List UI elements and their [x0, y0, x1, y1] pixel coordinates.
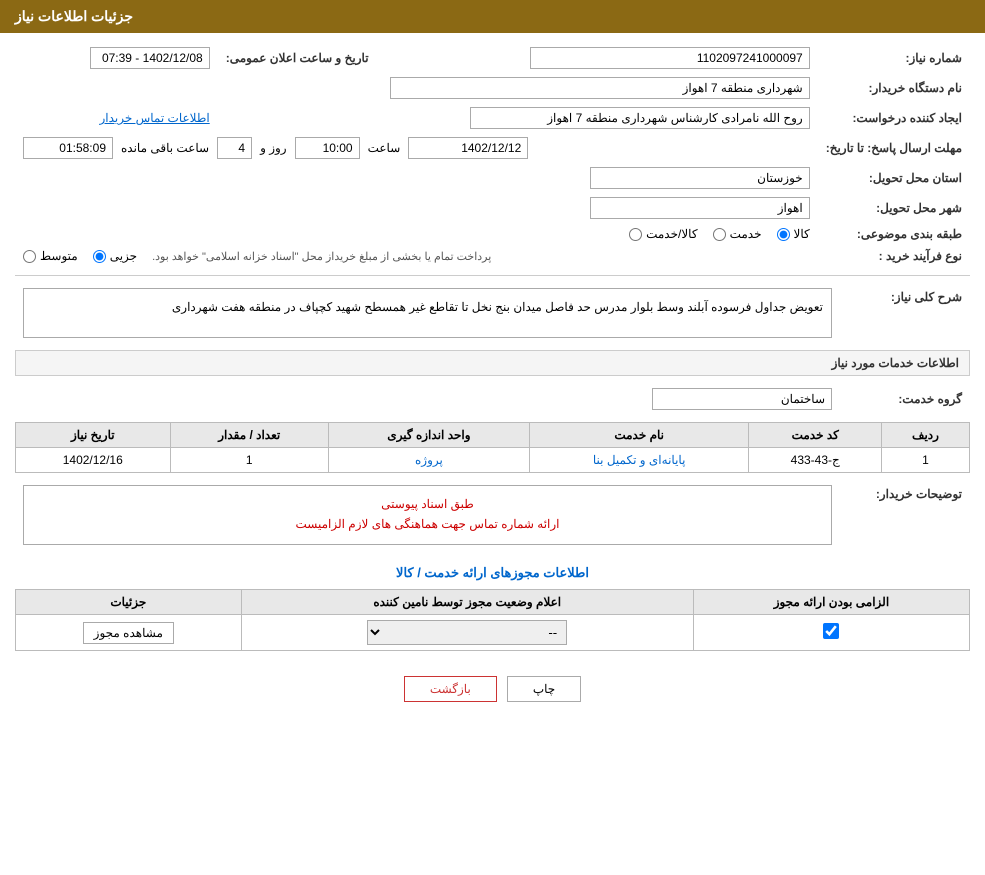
permit-details-cell: مشاهده مجوز [16, 615, 242, 651]
buyer-notes-label: توضیحات خریدار: [840, 481, 970, 549]
col-quantity: تعداد / مقدار [170, 423, 328, 448]
announce-datetime-value: 1402/12/08 - 07:39 [90, 47, 210, 69]
deadline-remain-label: ساعت باقی مانده [121, 141, 209, 155]
table-row: 1 ج-43-433 پایانه‌ای و تکمیل بنا پروژه 1… [16, 448, 970, 473]
process-jozei[interactable]: جزیی [93, 249, 137, 263]
announce-datetime-label: تاریخ و ساعت اعلان عمومی: [218, 43, 377, 73]
row-service-name: پایانه‌ای و تکمیل بنا [529, 448, 749, 473]
permit-required-checkbox[interactable] [823, 623, 839, 639]
row-date: 1402/12/16 [16, 448, 171, 473]
permit-status-cell: -- [241, 615, 693, 651]
services-section-title: اطلاعات خدمات مورد نیاز [15, 350, 970, 376]
deadline-date: 1402/12/12 [408, 137, 528, 159]
process-radio-group: متوسط جزیی [23, 249, 137, 263]
process-mutavassit[interactable]: متوسط [23, 249, 78, 263]
buyer-notes-line2: ارائه شماره تماس جهت هماهنگی های لازم ال… [32, 514, 823, 534]
bottom-buttons: چاپ بازگشت [15, 661, 970, 717]
row-number: 1 [882, 448, 970, 473]
page-title: جزئیات اطلاعات نیاز [15, 8, 133, 24]
process-note: پرداخت تمام یا بخشی از مبلغ خریداز محل "… [152, 250, 491, 263]
service-group-label: گروه خدمت: [840, 384, 970, 414]
permit-section-title: اطلاعات مجوزهای ارائه خدمت / کالا [15, 557, 970, 589]
city-value: اهواز [590, 197, 810, 219]
col-unit: واحد اندازه گیری [328, 423, 529, 448]
deadline-time-label: ساعت [368, 141, 401, 155]
permit-col-details: جزئیات [16, 590, 242, 615]
creator-value: روح الله نامرادی کارشناس شهرداری منطقه 7… [470, 107, 810, 129]
category-radio-group: کالا/خدمت خدمت کالا [629, 227, 810, 241]
category-khidmat[interactable]: خدمت [713, 227, 762, 241]
col-code: کد خدمت [749, 423, 882, 448]
buyer-notes-content: طبق اسناد پیوستی ارائه شماره تماس جهت هم… [23, 485, 832, 545]
permit-col-required: الزامی بودن ارائه مجوز [693, 590, 969, 615]
need-number-value: 1102097241000097 [530, 47, 810, 69]
province-label: استان محل تحویل: [818, 163, 970, 193]
category-kala-khidmat[interactable]: کالا/خدمت [629, 227, 697, 241]
description-label: شرح کلی نیاز: [840, 284, 970, 342]
deadline-time: 10:00 [295, 137, 360, 159]
contact-link[interactable]: اطلاعات تماس خریدار [99, 111, 209, 125]
buyer-org-value: شهرداری منطقه 7 اهواز [390, 77, 810, 99]
col-date: تاریخ نیاز [16, 423, 171, 448]
buyer-org-label: نام دستگاه خریدار: [818, 73, 970, 103]
col-row: ردیف [882, 423, 970, 448]
buyer-notes-line1: طبق اسناد پیوستی [32, 494, 823, 514]
description-value: تعویض جداول فرسوده آبلند وسط بلوار مدرس … [23, 288, 832, 338]
need-number-label: شماره نیاز: [818, 43, 970, 73]
page-header: جزئیات اطلاعات نیاز [0, 0, 985, 33]
row-quantity: 1 [170, 448, 328, 473]
process-label: نوع فرآیند خرید : [818, 245, 970, 267]
deadline-days: 4 [217, 137, 252, 159]
col-name: نام خدمت [529, 423, 749, 448]
deadline-remain: 01:58:09 [23, 137, 113, 159]
permit-col-status: اعلام وضعیت مجوز توسط نامین کننده [241, 590, 693, 615]
province-value: خوزستان [590, 167, 810, 189]
category-kala[interactable]: کالا [777, 227, 810, 241]
row-code: ج-43-433 [749, 448, 882, 473]
category-label: طبقه بندی موضوعی: [818, 223, 970, 245]
services-table: ردیف کد خدمت نام خدمت واحد اندازه گیری ت… [15, 422, 970, 473]
creator-label: ایجاد کننده درخواست: [818, 103, 970, 133]
permit-row: -- مشاهده مجوز [16, 615, 970, 651]
permit-status-select[interactable]: -- [367, 620, 567, 645]
row-unit: پروژه [328, 448, 529, 473]
back-button[interactable]: بازگشت [404, 676, 497, 702]
permit-required-cell [693, 615, 969, 651]
print-button[interactable]: چاپ [507, 676, 581, 702]
permit-table: الزامی بودن ارائه مجوز اعلام وضعیت مجوز … [15, 589, 970, 651]
deadline-days-label: روز و [260, 141, 287, 155]
service-group-value: ساختمان [652, 388, 832, 410]
city-label: شهر محل تحویل: [818, 193, 970, 223]
view-permit-button[interactable]: مشاهده مجوز [83, 622, 174, 644]
deadline-label: مهلت ارسال پاسخ: تا تاریخ: [818, 133, 970, 163]
